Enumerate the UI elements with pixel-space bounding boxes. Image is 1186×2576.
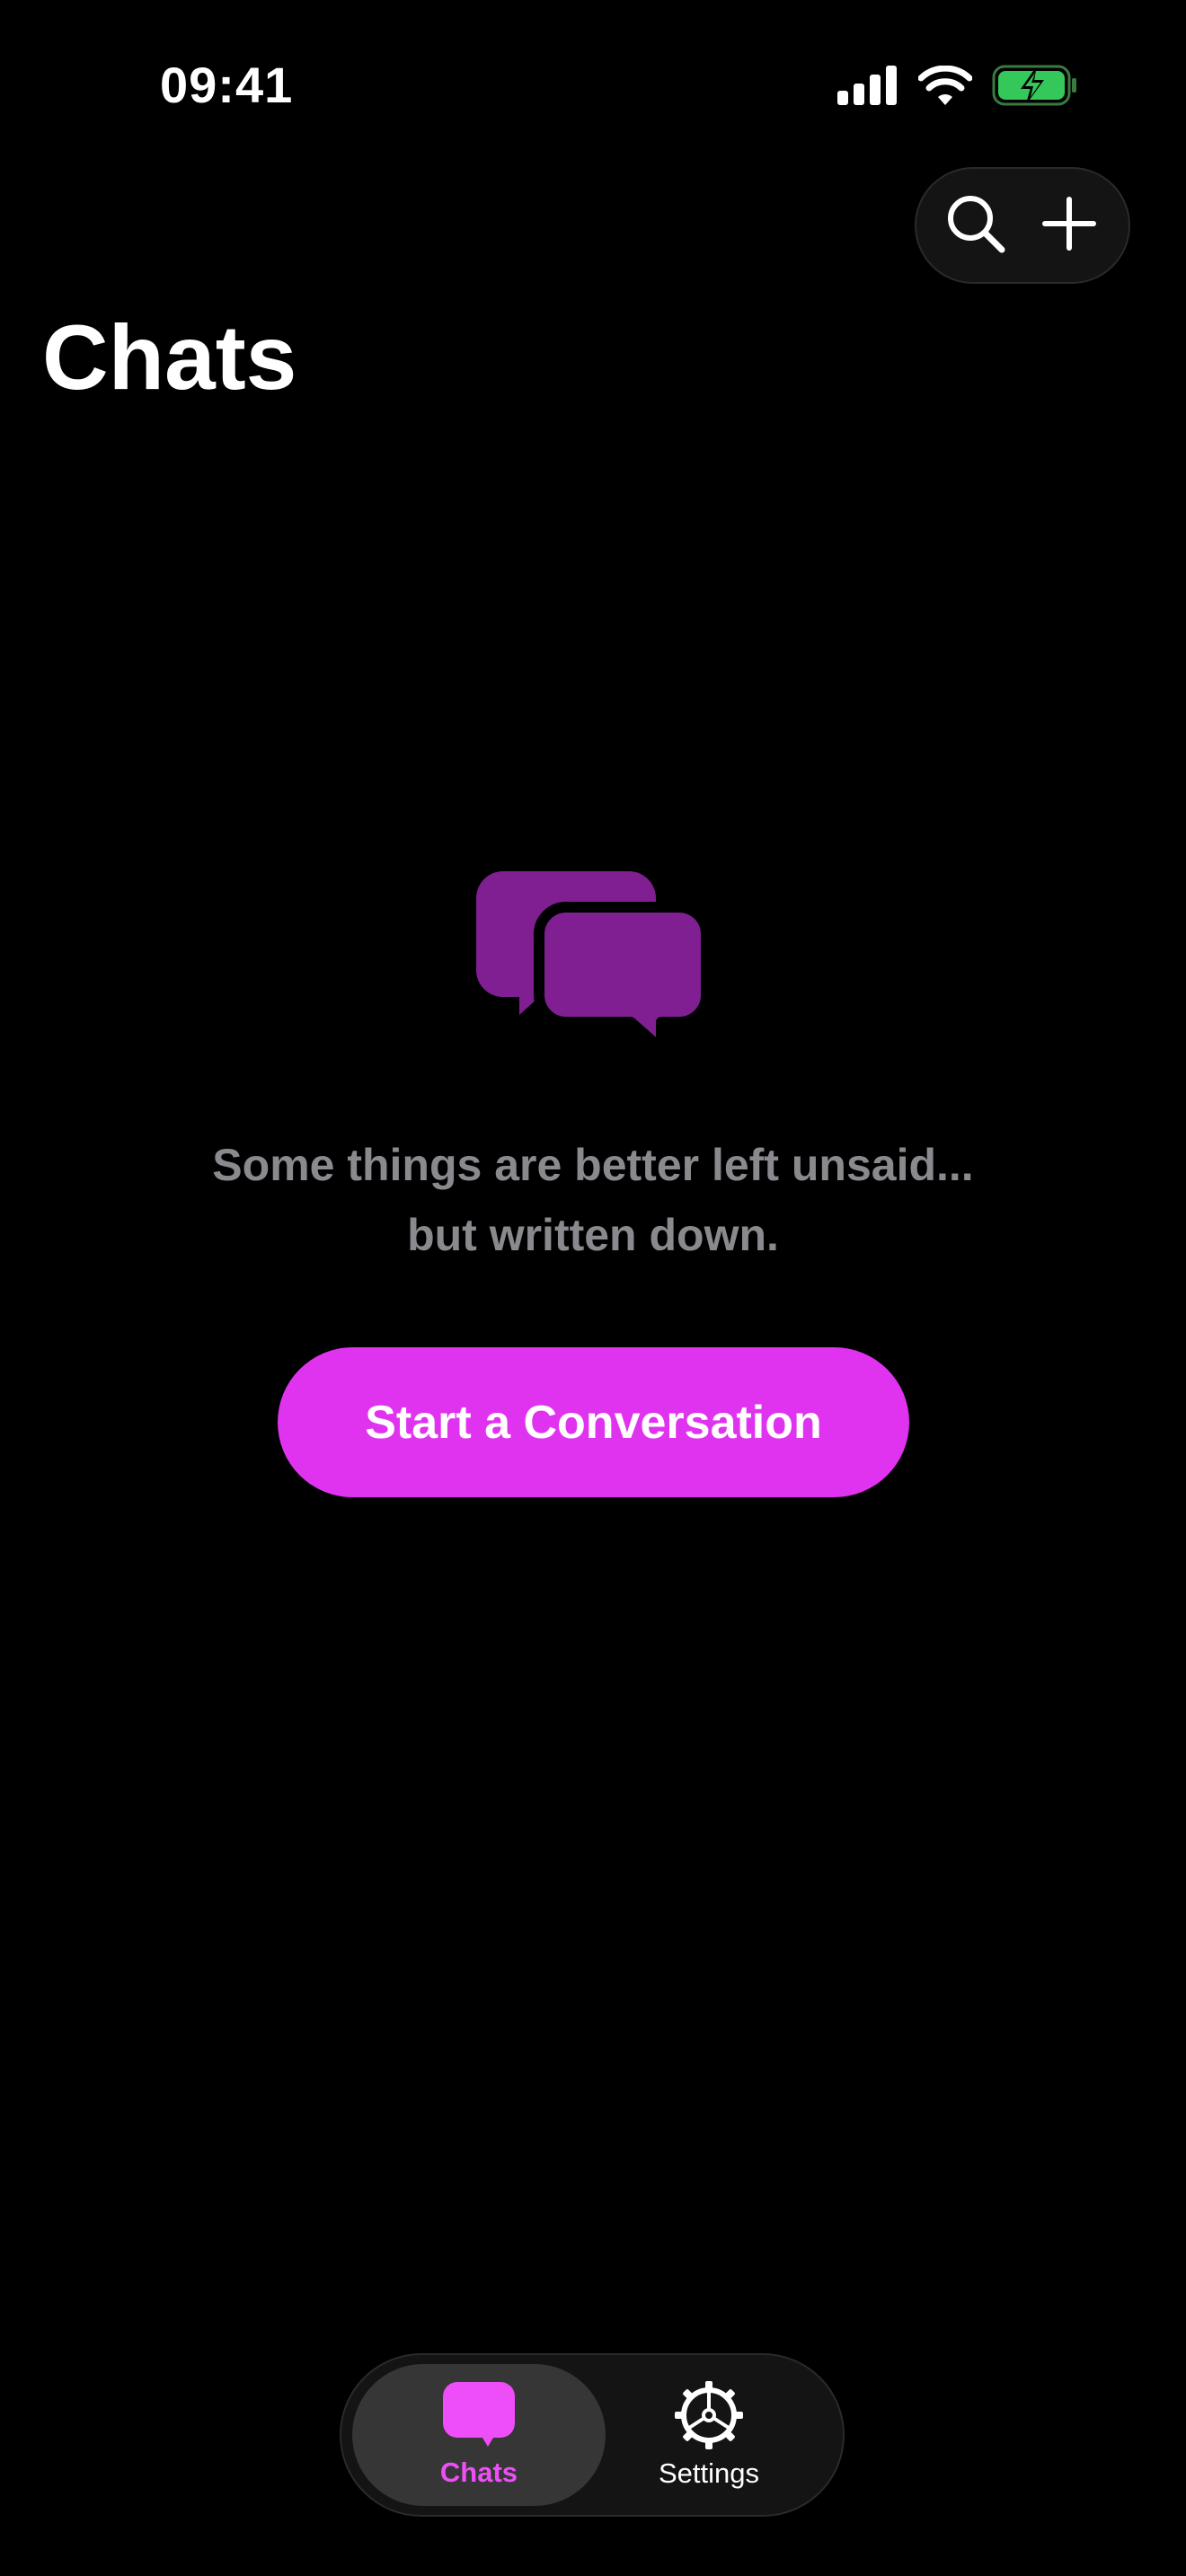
cellular-signal-icon bbox=[837, 66, 898, 110]
battery-charging-icon bbox=[992, 65, 1078, 110]
search-icon bbox=[944, 192, 1007, 260]
header-actions bbox=[915, 167, 1130, 284]
page-title: Chats bbox=[42, 306, 297, 409]
empty-state-line-2: but written down. bbox=[407, 1210, 779, 1260]
tab-bar: Chats Settings bbox=[340, 2353, 845, 2517]
empty-state-line-1: Some things are better left unsaid... bbox=[212, 1140, 974, 1190]
chat-bubbles-icon bbox=[476, 871, 712, 1060]
plus-icon bbox=[1041, 196, 1097, 256]
search-button[interactable] bbox=[935, 185, 1016, 266]
start-conversation-button[interactable]: Start a Conversation bbox=[278, 1347, 909, 1497]
status-bar: 09:41 bbox=[0, 0, 1186, 171]
chat-bubble-icon bbox=[443, 2381, 515, 2453]
tab-settings[interactable]: Settings bbox=[582, 2364, 836, 2506]
tab-settings-label: Settings bbox=[658, 2457, 759, 2489]
status-icons bbox=[837, 65, 1078, 110]
new-chat-button[interactable] bbox=[1029, 185, 1110, 266]
empty-state-message: Some things are better left unsaid... bu… bbox=[0, 1130, 1186, 1270]
status-time: 09:41 bbox=[160, 57, 294, 113]
tab-chats-label: Chats bbox=[439, 2456, 518, 2488]
wifi-icon bbox=[917, 65, 973, 110]
tab-chats[interactable]: Chats bbox=[352, 2364, 606, 2506]
gear-icon bbox=[675, 2380, 743, 2454]
